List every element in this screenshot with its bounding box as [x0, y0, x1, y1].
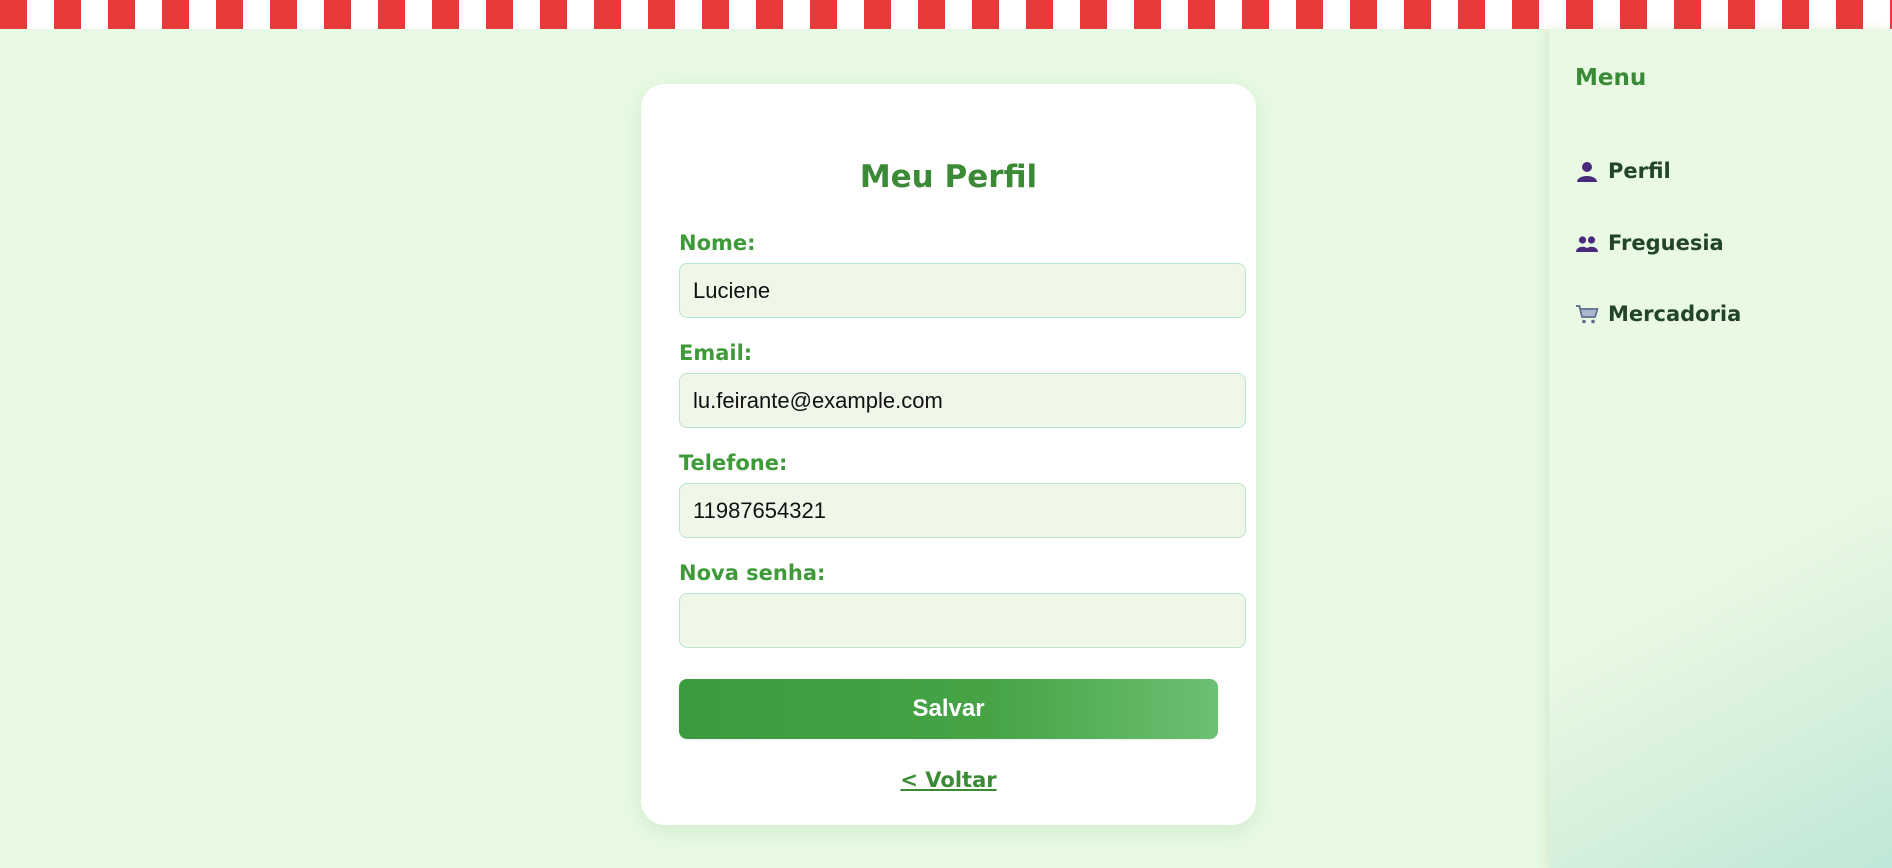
people-icon	[1575, 231, 1599, 255]
shopping-cart-icon	[1575, 302, 1599, 326]
phone-label: Telefone:	[679, 451, 788, 475]
striped-awning	[0, 0, 1892, 29]
sidebar-item-freguesia[interactable]: Freguesia	[1575, 225, 1835, 261]
new-password-field[interactable]	[679, 593, 1246, 648]
name-label: Nome:	[679, 231, 756, 255]
sidebar: Menu Perfil Freguesia Mercadoria	[1549, 29, 1892, 868]
sidebar-item-label: Perfil	[1608, 159, 1671, 183]
sidebar-item-label: Freguesia	[1608, 231, 1724, 255]
sidebar-item-perfil[interactable]: Perfil	[1575, 153, 1835, 189]
new-password-label: Nova senha:	[679, 561, 826, 585]
sidebar-title: Menu	[1575, 65, 1647, 91]
email-field[interactable]	[679, 373, 1246, 428]
name-field[interactable]	[679, 263, 1246, 318]
save-button[interactable]: Salvar	[679, 679, 1218, 739]
sidebar-item-mercadoria[interactable]: Mercadoria	[1575, 296, 1835, 332]
page-title: Meu Perfil	[859, 159, 1038, 195]
sidebar-item-label: Mercadoria	[1608, 302, 1742, 326]
person-icon	[1575, 159, 1599, 183]
back-link[interactable]: < Voltar	[641, 765, 1256, 795]
email-label: Email:	[679, 341, 753, 365]
phone-field[interactable]	[679, 483, 1246, 538]
